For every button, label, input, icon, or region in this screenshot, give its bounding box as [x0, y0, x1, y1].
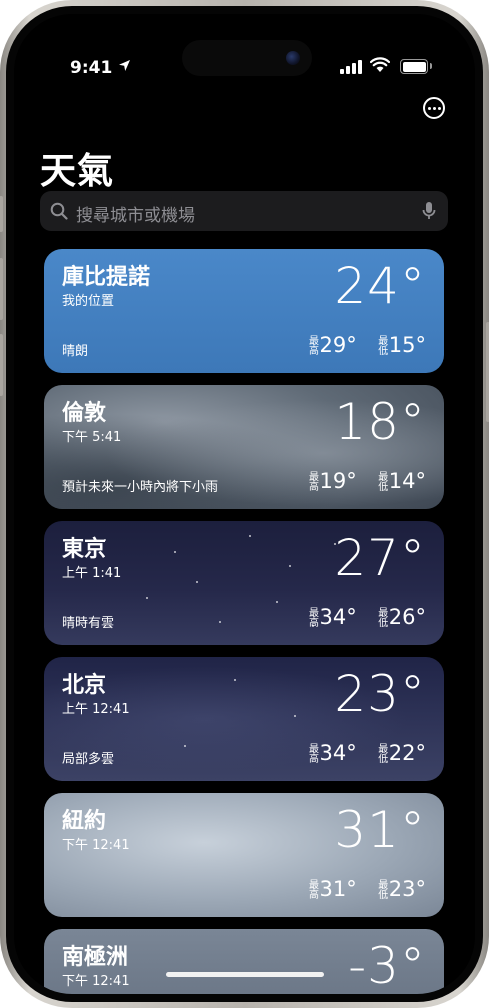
- phone-frame: 9:41 天氣 搜尋城市或機場 庫比提諾 我的位置 晴朗 24° 最高 29° …: [0, 0, 489, 1008]
- high-temp: 31°: [319, 877, 357, 901]
- high-low: 最高 29° 最低 15°: [296, 333, 426, 357]
- city-name: 東京: [62, 537, 107, 562]
- high-low: 最高 34° 最低 22°: [296, 741, 426, 765]
- star-decoration: [146, 597, 148, 599]
- city-subtitle: 上午 1:41: [62, 566, 122, 581]
- low-label-text: 最低: [375, 335, 387, 355]
- high-label: 最高: [296, 607, 318, 627]
- wifi-icon: [370, 57, 390, 72]
- search-icon: [50, 202, 68, 220]
- high-label: 最高: [296, 335, 318, 355]
- city-subtitle: 下午 12:41: [62, 974, 130, 989]
- star-decoration: [249, 535, 251, 537]
- star-decoration: [196, 581, 198, 583]
- high-low: 最高 19° 最低 14°: [296, 469, 426, 493]
- star-decoration: [276, 601, 278, 603]
- search-placeholder: 搜尋城市或機場: [76, 206, 195, 226]
- action-button: [0, 196, 3, 232]
- city-subtitle: 下午 12:41: [62, 838, 130, 853]
- low-label: 最低: [365, 471, 387, 491]
- city-subtitle: 我的位置: [62, 294, 115, 309]
- current-temp: 27°: [334, 529, 426, 587]
- dot-icon: [427, 106, 431, 110]
- high-label-text: 最高: [306, 471, 318, 491]
- low-label-text: 最低: [375, 743, 387, 763]
- city-card-antarctica[interactable]: 南極洲 下午 12:41 -3°: [44, 929, 444, 994]
- high-temp: 34°: [319, 605, 357, 629]
- screen: 9:41 天氣 搜尋城市或機場 庫比提諾 我的位置 晴朗 24° 最高 29° …: [14, 14, 475, 994]
- more-options-button[interactable]: [423, 97, 445, 119]
- city-card-london[interactable]: 倫敦 下午 5:41 預計未來一小時內將下小雨 18° 最高 19° 最低 14°: [44, 385, 444, 509]
- city-subtitle: 下午 5:41: [62, 430, 122, 445]
- current-temp: 31°: [334, 801, 426, 859]
- current-temp: 23°: [334, 665, 426, 723]
- city-name: 庫比提諾: [62, 265, 151, 290]
- city-card-beijing[interactable]: 北京 上午 12:41 局部多雲 23° 最高 34° 最低 22°: [44, 657, 444, 781]
- dot-icon: [437, 106, 441, 110]
- low-temp: 15°: [388, 333, 426, 357]
- weather-condition: 晴朗: [62, 344, 89, 359]
- high-temp: 19°: [319, 469, 357, 493]
- low-label-text: 最低: [375, 607, 387, 627]
- low-label: 最低: [365, 879, 387, 899]
- weather-condition: 晴時有雲: [62, 616, 115, 631]
- battery-icon: [400, 59, 432, 74]
- star-decoration: [174, 551, 176, 553]
- low-label-text: 最低: [375, 879, 387, 899]
- home-indicator[interactable]: [166, 972, 324, 977]
- low-temp: 23°: [388, 877, 426, 901]
- front-camera: [286, 51, 300, 65]
- city-name: 紐約: [62, 809, 107, 834]
- low-temp: 14°: [388, 469, 426, 493]
- low-label: 最低: [365, 607, 387, 627]
- volume-down-button: [0, 334, 3, 396]
- volume-up-button: [0, 258, 3, 320]
- high-label-text: 最高: [306, 335, 318, 355]
- high-low: 最高 34° 最低 26°: [296, 605, 426, 629]
- high-low: 最高 31° 最低 23°: [296, 877, 426, 901]
- current-temp: 24°: [334, 257, 426, 315]
- low-label: 最低: [365, 743, 387, 763]
- star-decoration: [219, 621, 221, 623]
- dot-icon: [432, 106, 436, 110]
- city-name: 北京: [62, 673, 107, 698]
- microphone-icon[interactable]: [422, 201, 436, 221]
- status-time: 9:41: [70, 58, 113, 78]
- star-decoration: [289, 565, 291, 567]
- star-decoration: [184, 745, 186, 747]
- high-label: 最高: [296, 879, 318, 899]
- cellular-signal-icon: [340, 60, 364, 74]
- current-temp: -3°: [348, 937, 426, 994]
- high-label-text: 最高: [306, 607, 318, 627]
- low-label-text: 最低: [375, 471, 387, 491]
- city-name: 南極洲: [62, 945, 129, 970]
- high-label: 最高: [296, 743, 318, 763]
- low-label: 最低: [365, 335, 387, 355]
- city-card-tokyo[interactable]: 東京 上午 1:41 晴時有雲 27° 最高 34° 最低 26°: [44, 521, 444, 645]
- weather-condition: 預計未來一小時內將下小雨: [62, 480, 219, 495]
- high-label: 最高: [296, 471, 318, 491]
- city-card-cupertino[interactable]: 庫比提諾 我的位置 晴朗 24° 最高 29° 最低 15°: [44, 249, 444, 373]
- high-temp: 34°: [319, 741, 357, 765]
- high-label-text: 最高: [306, 743, 318, 763]
- high-temp: 29°: [319, 333, 357, 357]
- location-arrow-icon: [119, 60, 130, 71]
- star-decoration: [294, 715, 296, 717]
- high-label-text: 最高: [306, 879, 318, 899]
- low-temp: 22°: [388, 741, 426, 765]
- search-field[interactable]: 搜尋城市或機場: [40, 191, 448, 231]
- star-decoration: [234, 679, 236, 681]
- city-subtitle: 上午 12:41: [62, 702, 130, 717]
- city-name: 倫敦: [62, 401, 107, 426]
- page-title: 天氣: [40, 151, 115, 192]
- low-temp: 26°: [388, 605, 426, 629]
- current-temp: 18°: [334, 393, 426, 451]
- weather-condition: 局部多雲: [62, 752, 115, 767]
- city-card-new-york[interactable]: 紐約 下午 12:41 31° 最高 31° 最低 23°: [44, 793, 444, 917]
